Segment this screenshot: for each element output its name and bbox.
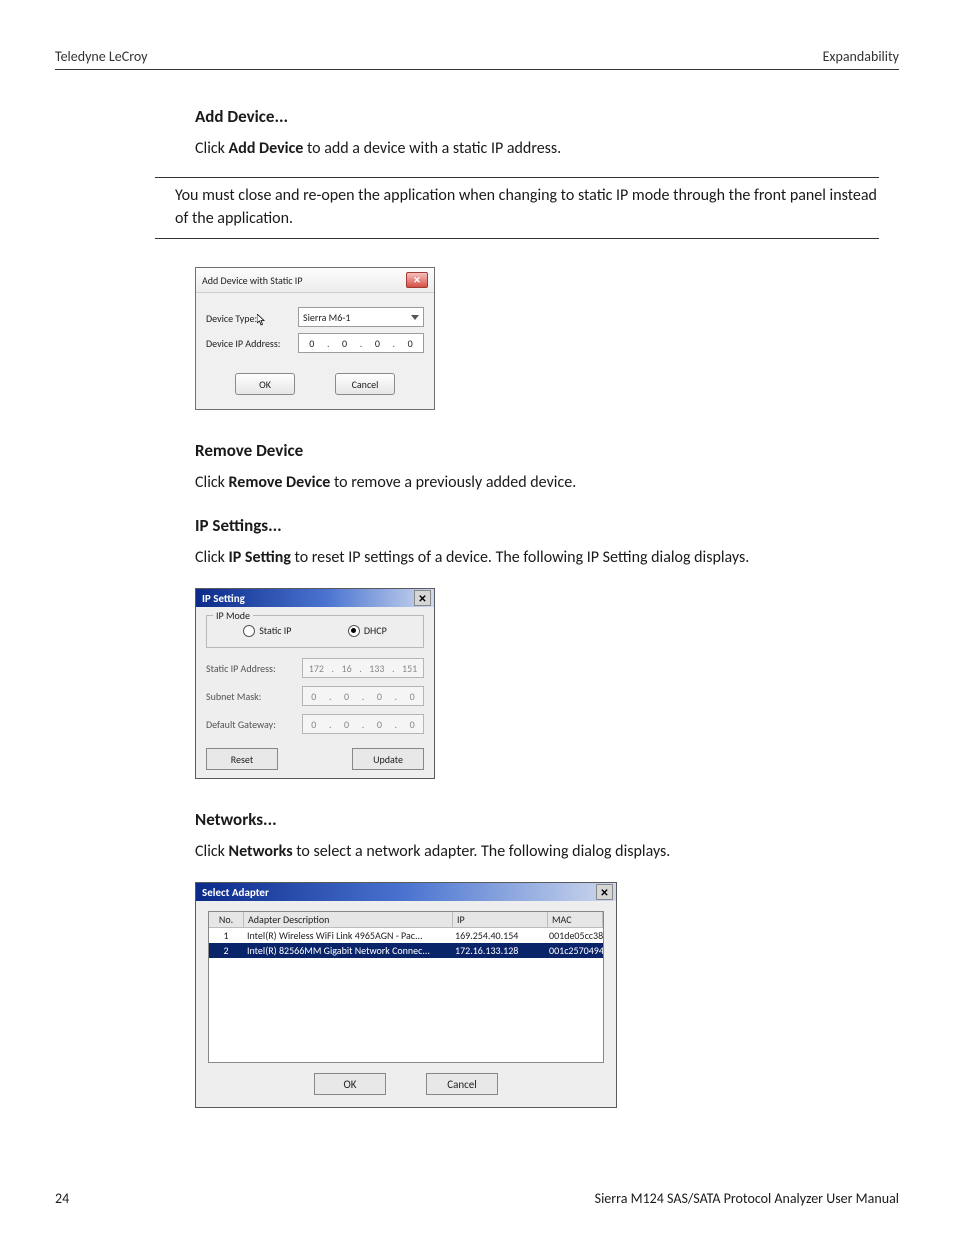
page-number: 24 (55, 1190, 69, 1207)
cancel-button[interactable]: Cancel (335, 373, 395, 395)
cell-desc: Intel(R) Wireless WiFi Link 4965AGN - Pa… (243, 928, 451, 943)
dialog-title-bar: IP Setting ✕ (196, 589, 434, 607)
para-ip-settings: Click IP Setting to reset IP settings of… (195, 546, 879, 570)
page-footer: 24 Sierra M124 SAS/SATA Protocol Analyze… (55, 1190, 899, 1207)
dialog-title: IP Setting (202, 592, 245, 605)
group-title: IP Mode (213, 609, 253, 622)
label-subnet: Subnet Mask: (206, 690, 296, 703)
device-type-value: Sierra M6-1 (303, 311, 350, 324)
cursor-icon (257, 314, 267, 329)
header-left: Teledyne LeCroy (55, 48, 148, 65)
col-no[interactable]: No. (209, 912, 244, 928)
label-static-ip: Static IP Address: (206, 662, 296, 675)
heading-ip-settings: IP Settings... (195, 515, 879, 536)
device-ip-input[interactable]: 0. 0. 0. 0 (298, 333, 424, 353)
label-device-type: Device Type: (206, 310, 290, 325)
header-right: Expandability (823, 48, 899, 65)
cell-ip: 169.254.40.154 (451, 928, 545, 943)
radio-dhcp[interactable]: DHCP (348, 624, 387, 637)
table-header: No. Adapter Description IP MAC (209, 912, 603, 928)
cell-mac: 001c2570494f (545, 943, 603, 958)
cell-mac: 001de05cc38b (545, 928, 603, 943)
manual-title: Sierra M124 SAS/SATA Protocol Analyzer U… (595, 1190, 899, 1207)
gateway-input[interactable]: 0. 0. 0. 0 (302, 714, 424, 734)
device-type-dropdown[interactable]: Sierra M6-1 (298, 307, 424, 327)
col-desc[interactable]: Adapter Description (244, 912, 453, 928)
table-row[interactable]: 2Intel(R) 82566MM Gigabit Network Connec… (209, 943, 603, 958)
ok-button[interactable]: OK (314, 1073, 386, 1095)
radio-on-icon (348, 625, 360, 637)
col-mac[interactable]: MAC (548, 912, 603, 928)
ip-mode-group: IP Mode Static IP DHCP (206, 615, 424, 648)
dialog-title-bar: Select Adapter ✕ (196, 883, 616, 901)
heading-add-device: Add Device... (195, 106, 879, 127)
label-gateway: Default Gateway: (206, 718, 296, 731)
dialog-add-device: Add Device with Static IP ✕ Device Type:… (195, 267, 435, 410)
heading-remove-device: Remove Device (195, 440, 879, 461)
radio-off-icon (243, 625, 255, 637)
subnet-input[interactable]: 0. 0. 0. 0 (302, 686, 424, 706)
chevron-down-icon (411, 315, 419, 320)
radio-static-ip[interactable]: Static IP (243, 624, 291, 637)
cell-no: 2 (209, 943, 243, 958)
adapter-table: No. Adapter Description IP MAC 1Intel(R)… (208, 911, 604, 1063)
static-ip-input[interactable]: 172. 16. 133. 151 (302, 658, 424, 678)
table-row[interactable]: 1Intel(R) Wireless WiFi Link 4965AGN - P… (209, 928, 603, 943)
cell-ip: 172.16.133.128 (451, 943, 545, 958)
running-header: Teledyne LeCroy Expandability (55, 48, 899, 70)
para-add-device: Click Add Device to add a device with a … (195, 137, 879, 161)
cancel-button[interactable]: Cancel (426, 1073, 498, 1095)
dialog-title: Add Device with Static IP (202, 274, 302, 287)
cell-no: 1 (209, 928, 243, 943)
dialog-ip-setting: IP Setting ✕ IP Mode Static IP DHCP (195, 588, 435, 779)
dialog-title: Select Adapter (202, 886, 269, 899)
heading-networks: Networks... (195, 809, 879, 830)
label-device-ip: Device IP Address: (206, 337, 290, 350)
close-icon[interactable]: ✕ (596, 884, 613, 900)
dialog-title-bar: Add Device with Static IP ✕ (196, 268, 434, 293)
para-remove-device: Click Remove Device to remove a previous… (195, 471, 879, 495)
col-ip[interactable]: IP (453, 912, 548, 928)
note-box: You must close and re-open the applicati… (155, 177, 879, 239)
close-icon[interactable]: ✕ (406, 272, 428, 288)
para-networks: Click Networks to select a network adapt… (195, 840, 879, 864)
dialog-select-adapter: Select Adapter ✕ No. Adapter Description… (195, 882, 617, 1108)
cell-desc: Intel(R) 82566MM Gigabit Network Connec.… (243, 943, 451, 958)
reset-button[interactable]: Reset (206, 748, 278, 770)
close-icon[interactable]: ✕ (414, 590, 431, 606)
update-button[interactable]: Update (352, 748, 424, 770)
ok-button[interactable]: OK (235, 373, 295, 395)
